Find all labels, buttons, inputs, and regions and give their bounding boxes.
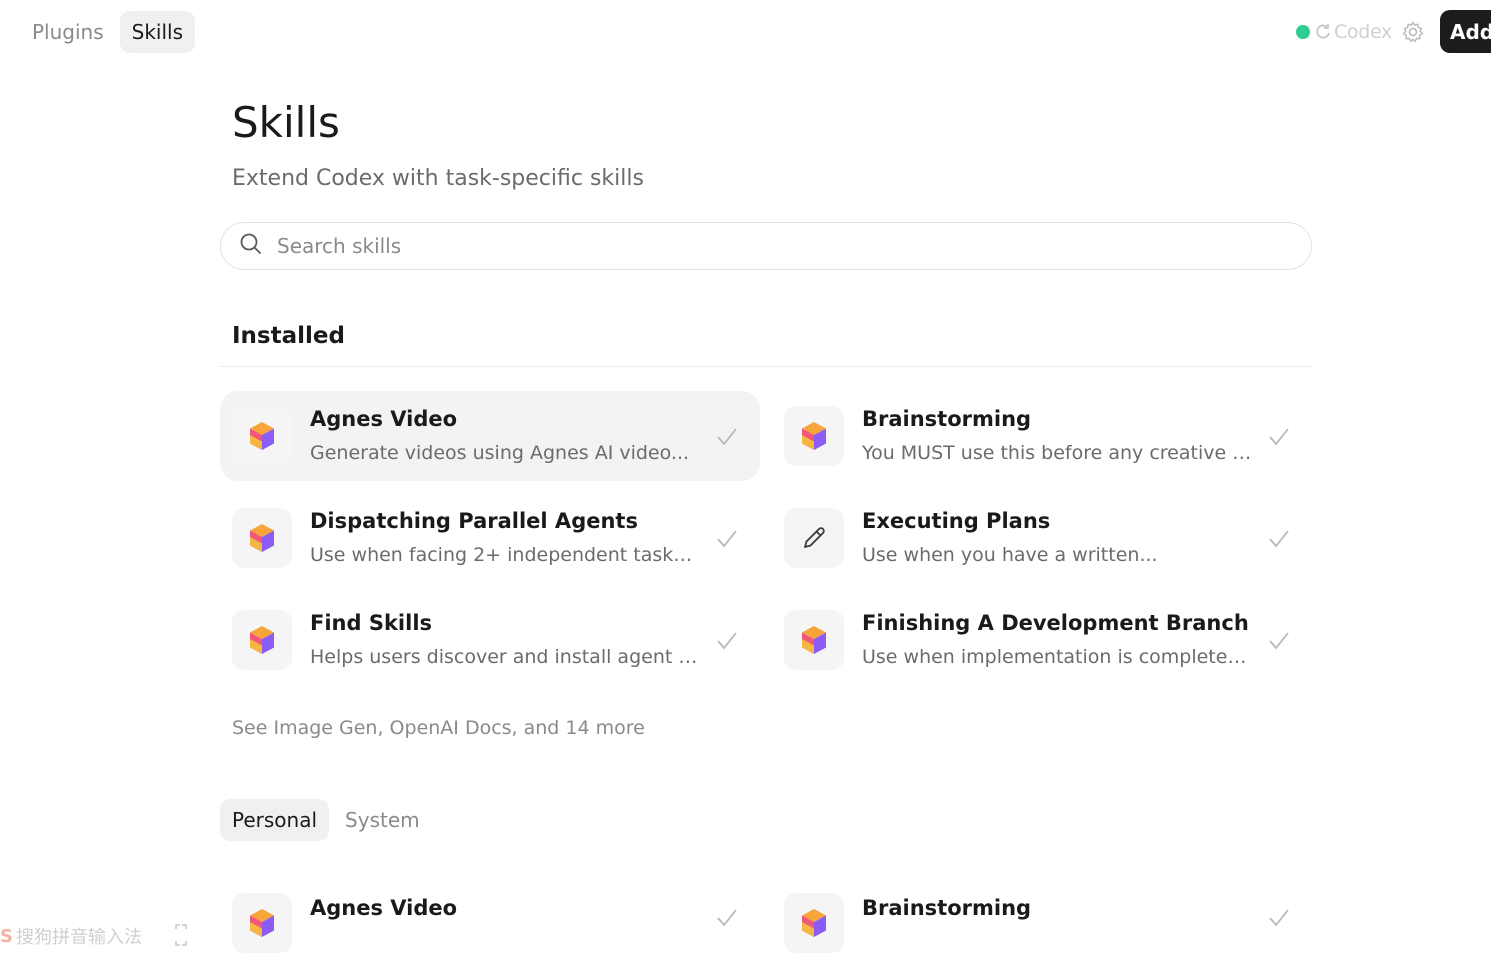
- skill-card[interactable]: Brainstorming: [772, 887, 1312, 977]
- skill-description: You MUST use this before any creative wo…: [862, 442, 1252, 464]
- page-subtitle: Extend Codex with task-specific skills: [232, 166, 644, 191]
- skill-name: Brainstorming: [862, 407, 1032, 431]
- personal-grid: Agnes Video Brainstorming: [220, 887, 1312, 977]
- search-input[interactable]: [275, 233, 1175, 259]
- check-icon: [717, 632, 737, 650]
- gear-icon[interactable]: [1400, 19, 1426, 45]
- cube-icon: [784, 406, 844, 466]
- skill-card[interactable]: Agnes Video: [220, 887, 760, 977]
- skill-card[interactable]: Dispatching Parallel Agents Use when fac…: [220, 493, 760, 583]
- skill-name: Brainstorming: [862, 896, 1032, 920]
- top-nav: Plugins Skills: [20, 11, 196, 53]
- divider: [220, 366, 1312, 367]
- search-icon: [239, 232, 263, 260]
- check-icon: [1269, 428, 1289, 446]
- see-more-link[interactable]: See Image Gen, OpenAI Docs, and 14 more: [232, 713, 1312, 743]
- skill-name: Agnes Video: [310, 896, 458, 920]
- check-icon: [717, 909, 737, 927]
- check-icon: [1269, 632, 1289, 650]
- skill-description: Use when implementation is complete, all…: [862, 646, 1252, 668]
- ime-indicator[interactable]: S 搜狗拼音输入法: [0, 922, 142, 950]
- tab-system[interactable]: System: [333, 799, 432, 841]
- main-content: Skills Extend Codex with task-specific s…: [220, 90, 1312, 977]
- skill-description: Use when you have a written...: [862, 544, 1158, 566]
- cube-icon: [232, 406, 292, 466]
- page-title: Skills: [232, 98, 340, 147]
- pencil-icon: [784, 508, 844, 568]
- installed-grid: Agnes Video Generate videos using Agnes …: [220, 391, 1312, 685]
- check-icon: [1269, 909, 1289, 927]
- add-button[interactable]: Add: [1440, 10, 1491, 53]
- status-dot: [1295, 24, 1310, 39]
- tab-plugins[interactable]: Plugins: [20, 11, 116, 53]
- tab-personal[interactable]: Personal: [220, 799, 330, 841]
- check-icon: [1269, 530, 1289, 548]
- cube-icon: [232, 893, 292, 953]
- ime-label: 搜狗拼音输入法: [16, 927, 142, 948]
- skill-name: Dispatching Parallel Agents: [310, 509, 638, 533]
- subtabs: Personal System: [220, 799, 1312, 841]
- skill-card[interactable]: Find Skills Helps users discover and ins…: [220, 595, 760, 685]
- cube-icon: [784, 610, 844, 670]
- skill-description: Helps users discover and install agent s…: [310, 646, 700, 668]
- refresh-icon[interactable]: [1312, 21, 1334, 43]
- check-icon: [717, 530, 737, 548]
- skill-card[interactable]: Finishing A Development Branch Use when …: [772, 595, 1312, 685]
- cube-icon: [232, 508, 292, 568]
- skill-card[interactable]: Executing Plans Use when you have a writ…: [772, 493, 1312, 583]
- check-icon: [717, 428, 737, 446]
- installed-heading: Installed: [232, 323, 345, 349]
- cube-icon: [232, 610, 292, 670]
- tab-skills[interactable]: Skills: [119, 11, 196, 53]
- app-label: Codex: [1333, 20, 1392, 43]
- skill-name: Find Skills: [310, 611, 433, 635]
- fullscreen-icon[interactable]: [174, 923, 188, 947]
- top-right-toolbar: Codex Add: [1295, 10, 1491, 53]
- search-box[interactable]: [220, 222, 1312, 270]
- ime-logo-icon: S: [0, 926, 13, 947]
- cube-icon: [784, 893, 844, 953]
- skill-description: Use when facing 2+ independent tasks th.…: [310, 544, 700, 566]
- skill-name: Agnes Video: [310, 407, 458, 431]
- skill-card[interactable]: Agnes Video Generate videos using Agnes …: [220, 391, 760, 481]
- skill-description: Generate videos using Agnes AI video...: [310, 442, 690, 464]
- skill-name: Finishing A Development Branch: [862, 611, 1249, 635]
- skill-name: Executing Plans: [862, 509, 1051, 533]
- skill-card[interactable]: Brainstorming You MUST use this before a…: [772, 391, 1312, 481]
